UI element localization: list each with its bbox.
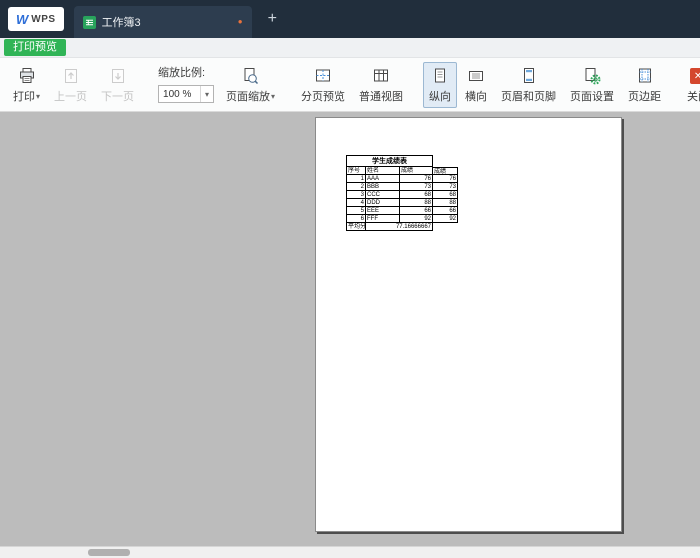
page-setup-label: 页面设置 bbox=[570, 91, 615, 103]
zoom-value: 100 % bbox=[163, 88, 192, 100]
next-page-icon bbox=[109, 66, 127, 86]
wps-menu-button[interactable]: W WPS bbox=[8, 7, 64, 31]
print-button[interactable]: 打印 ▾ bbox=[7, 62, 46, 108]
portrait-label: 纵向 bbox=[429, 91, 452, 103]
next-page-label: 下一页 bbox=[101, 91, 135, 103]
horizontal-scrollbar[interactable] bbox=[0, 546, 700, 558]
portrait-icon bbox=[431, 66, 449, 86]
prev-page-icon bbox=[62, 66, 80, 86]
tab-workbook3[interactable]: 工作簿3 ● bbox=[73, 6, 252, 38]
col-header: 序号 bbox=[346, 167, 366, 175]
table-cell: 68 bbox=[400, 191, 433, 199]
preview-canvas: 学生成绩表 序号 姓名 成绩 成绩 1 AAA 76 76 2 BBB 73 7… bbox=[0, 112, 700, 558]
table-cell: 92 bbox=[400, 215, 433, 223]
zoom-select[interactable]: 100 % ▾ bbox=[158, 85, 215, 103]
preview-page: 学生成绩表 序号 姓名 成绩 成绩 1 AAA 76 76 2 BBB 73 7… bbox=[315, 117, 622, 532]
table-cell: 68 bbox=[433, 191, 458, 199]
table-cell: BBB bbox=[366, 183, 400, 191]
dropdown-arrow-icon: ▾ bbox=[271, 91, 276, 101]
dropdown-arrow-icon: ▾ bbox=[36, 91, 41, 101]
zoom-dropdown-arrow-icon[interactable]: ▾ bbox=[200, 86, 213, 102]
mode-banner: 打印预览 bbox=[0, 38, 700, 58]
printer-icon bbox=[18, 66, 36, 86]
table-cell: 3 bbox=[346, 191, 366, 199]
table-cell: 2 bbox=[346, 183, 366, 191]
col-header: 成绩 bbox=[400, 167, 433, 175]
wps-logo-icon: W bbox=[16, 11, 29, 27]
normal-view-icon bbox=[372, 66, 390, 86]
table-cell: 73 bbox=[433, 183, 458, 191]
table-cell: CCC bbox=[366, 191, 400, 199]
page-zoom-icon bbox=[241, 66, 260, 86]
table-cell: AAA bbox=[366, 175, 400, 183]
new-tab-button[interactable]: + bbox=[268, 10, 277, 28]
close-preview-button[interactable]: ✕ 关闭 bbox=[681, 62, 700, 108]
margins-button[interactable]: 页边距 bbox=[622, 62, 667, 108]
header-footer-icon bbox=[520, 66, 538, 86]
unsaved-dot-icon: ● bbox=[237, 17, 243, 26]
landscape-icon bbox=[467, 66, 485, 86]
summary-value: 77.16666667 bbox=[366, 223, 433, 231]
page-setup-icon bbox=[583, 66, 601, 86]
table-cell: DDD bbox=[366, 199, 400, 207]
table-cell: 6 bbox=[346, 215, 366, 223]
header-footer-button[interactable]: 页眉和页脚 bbox=[495, 62, 562, 108]
next-page-button[interactable]: 下一页 bbox=[95, 62, 140, 108]
pagebreak-preview-label: 分页预览 bbox=[301, 91, 346, 103]
header-footer-label: 页眉和页脚 bbox=[501, 91, 557, 103]
table-cell: 92 bbox=[433, 215, 458, 223]
zoom-ratio-group: 缩放比例: 100 % ▾ bbox=[153, 62, 219, 103]
zoom-ratio-label: 缩放比例: bbox=[158, 67, 206, 79]
landscape-button[interactable]: 横向 bbox=[459, 62, 493, 108]
table-cell: 5 bbox=[346, 207, 366, 215]
table-cell: 88 bbox=[400, 199, 433, 207]
tab-title: 工作簿3 bbox=[101, 17, 141, 29]
print-preview-toolbar: 打印 ▾ 上一页 下一页 缩放比例: 100 % ▾ 页面缩放 ▾ 分页预览 普… bbox=[0, 58, 700, 112]
print-preview-badge: 打印预览 bbox=[4, 39, 66, 56]
margins-icon bbox=[636, 66, 654, 86]
margins-label: 页边距 bbox=[628, 91, 662, 103]
col-header: 成绩 bbox=[433, 167, 458, 175]
page-zoom-label: 页面缩放 bbox=[226, 91, 271, 103]
summary-label: 平均分 bbox=[346, 223, 366, 231]
table-cell: 1 bbox=[346, 175, 366, 183]
normal-view-button[interactable]: 普通视图 bbox=[353, 62, 409, 108]
table-cell: 4 bbox=[346, 199, 366, 207]
scrollbar-handle[interactable] bbox=[88, 549, 130, 556]
prev-page-label: 上一页 bbox=[54, 91, 88, 103]
portrait-button[interactable]: 纵向 bbox=[423, 62, 458, 108]
table-spacer bbox=[433, 223, 458, 231]
normal-view-label: 普通视图 bbox=[359, 91, 404, 103]
table-cell: 76 bbox=[433, 175, 458, 183]
table-cell: 73 bbox=[400, 183, 433, 191]
table-cell: 76 bbox=[400, 175, 433, 183]
table-cell: 66 bbox=[433, 207, 458, 215]
table-cell: EEE bbox=[366, 207, 400, 215]
col-header: 姓名 bbox=[366, 167, 400, 175]
table-spacer bbox=[433, 155, 458, 163]
table-title: 学生成绩表 bbox=[346, 155, 433, 167]
prev-page-button[interactable]: 上一页 bbox=[48, 62, 93, 108]
close-label: 关闭 bbox=[687, 91, 700, 103]
wps-logo-text: WPS bbox=[31, 13, 56, 25]
student-score-table: 学生成绩表 序号 姓名 成绩 成绩 1 AAA 76 76 2 BBB 73 7… bbox=[346, 155, 458, 231]
print-label: 打印 bbox=[13, 91, 35, 103]
spreadsheet-icon bbox=[82, 15, 96, 29]
pagebreak-preview-button[interactable]: 分页预览 bbox=[295, 62, 351, 108]
pagebreak-preview-icon bbox=[314, 66, 332, 86]
table-cell: FFF bbox=[366, 215, 400, 223]
table-cell: 88 bbox=[433, 199, 458, 207]
close-icon: ✕ bbox=[690, 68, 700, 84]
page-zoom-button[interactable]: 页面缩放 ▾ bbox=[220, 62, 281, 108]
titlebar: W WPS 工作簿3 ● + bbox=[0, 0, 700, 38]
landscape-label: 横向 bbox=[465, 91, 488, 103]
table-cell: 66 bbox=[400, 207, 433, 215]
page-setup-button[interactable]: 页面设置 bbox=[564, 62, 620, 108]
